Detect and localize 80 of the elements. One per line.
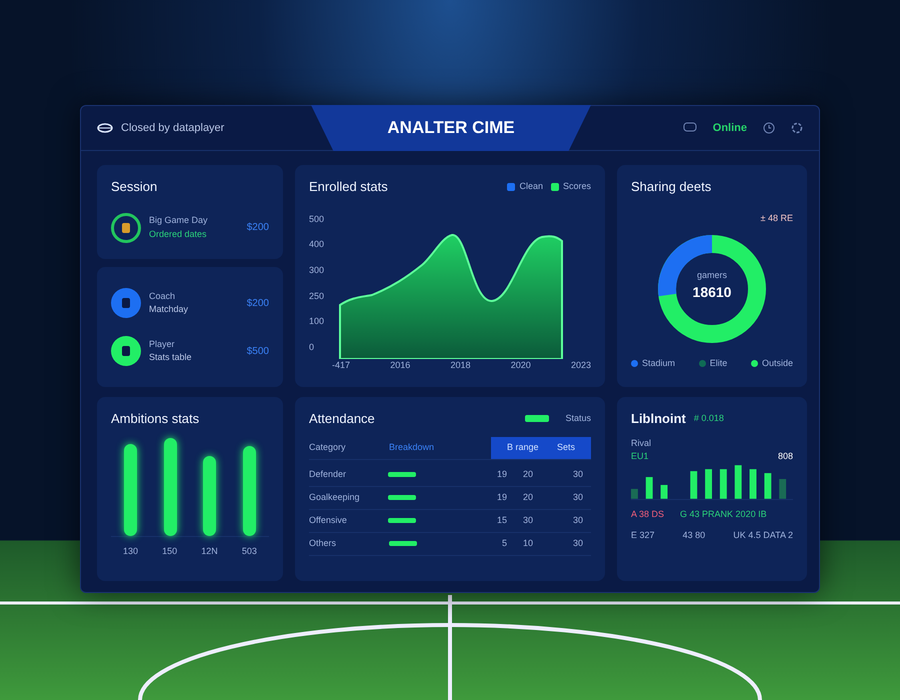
table-cell-text: Goalkeeping	[309, 490, 361, 504]
axis-label: 500	[309, 212, 324, 226]
tag-label: # 0.018	[694, 412, 724, 425]
axis-label: Rival	[631, 436, 652, 450]
value-label: 808	[778, 450, 793, 463]
table-cell-text: 10	[522, 536, 533, 550]
table-cell-text: 5	[502, 536, 507, 550]
table-cell-text: 30	[522, 514, 533, 527]
axis-label: 2020	[510, 358, 531, 372]
item-name: Coach	[149, 290, 176, 302]
axis-label: 150	[162, 544, 178, 558]
table-cell-text: 19	[496, 490, 507, 504]
footer-label: 43 80	[682, 529, 706, 542]
status-bar	[389, 541, 417, 546]
table-cell-text: 30	[572, 514, 583, 527]
table-cell-text: Others	[309, 536, 338, 550]
card-title: Sharing deets	[631, 178, 712, 196]
axis-label: 2016	[390, 358, 410, 372]
card-title: Session	[111, 178, 158, 196]
legend-label: Clean	[519, 180, 543, 193]
chat-icon[interactable]	[682, 122, 697, 134]
dashboard-title: ANALTER CIME	[311, 105, 591, 151]
legend-label: Elite	[710, 356, 728, 370]
axis-label: 503	[242, 544, 257, 558]
brand-name: Closed by dataplayer	[121, 120, 224, 136]
column-header: Category	[309, 440, 347, 454]
card-title: Enrolled stats	[309, 178, 388, 196]
footer-label: E 327	[631, 529, 655, 542]
item-detail: Ordered dates	[149, 228, 208, 240]
table-cell-text: Defender	[309, 468, 348, 481]
legend-label: A 38 DS	[631, 508, 664, 520]
value-label: EU1	[631, 450, 649, 463]
axis-label: 2018	[450, 358, 471, 372]
axis-label: 300	[309, 264, 324, 277]
status-bar	[388, 472, 416, 477]
column-header: B range	[507, 440, 539, 454]
center-value: 18610	[692, 283, 732, 302]
item-value: $200	[246, 221, 269, 235]
table-cell-text: 19	[496, 468, 507, 481]
axis-label: 100	[309, 315, 324, 328]
table-cell-text: 20	[522, 468, 533, 481]
item-detail: Matchday	[149, 303, 190, 316]
legend-label: Status	[565, 412, 591, 425]
table-cell-text: Offensive	[309, 514, 348, 527]
axis-label: 130	[123, 544, 138, 558]
item-name: Big Game Day	[149, 214, 209, 227]
legend-label: G 43 PRANK 2020 IB	[680, 508, 767, 520]
legend-label: Stadium	[642, 356, 676, 370]
card-title: Liblnoint	[631, 410, 686, 428]
axis-label: 0	[309, 340, 316, 354]
legend-swatch	[525, 415, 550, 422]
footer-label: UK 4.5 DATA 2	[733, 529, 793, 542]
item-name: Player	[149, 338, 176, 351]
logo-icon	[97, 123, 113, 133]
note-text: ± 48 RE	[760, 212, 793, 222]
table-cell-text: 15	[496, 514, 507, 527]
status-bar	[388, 495, 416, 500]
table-cell-text: 30	[572, 490, 583, 504]
column-header: Sets	[556, 440, 575, 454]
legend-label: Outside	[762, 356, 793, 370]
table-cell-text: 30	[572, 468, 583, 481]
settings-icon[interactable]	[791, 122, 803, 134]
axis-label: 12N	[201, 544, 218, 558]
card-title: Ambitions stats	[111, 410, 200, 428]
table-cell-text: 20	[522, 490, 533, 504]
status-bar	[388, 518, 416, 523]
card-title: Attendance	[309, 410, 375, 428]
table-cell-text: 30	[572, 536, 583, 550]
axis-label: -417	[332, 358, 350, 372]
clock-icon[interactable]	[763, 122, 775, 134]
item-detail: Stats table	[149, 351, 193, 364]
axis-label: 2023	[570, 358, 591, 372]
status-label: Online	[712, 120, 747, 136]
axis-label: 400	[309, 238, 324, 252]
item-value: $200	[246, 296, 269, 310]
center-label: gamers	[696, 268, 728, 282]
column-header: Breakdown	[389, 440, 436, 454]
legend-label: Scores	[562, 180, 591, 193]
axis-label: 250	[309, 290, 324, 303]
item-value: $500	[246, 344, 269, 358]
